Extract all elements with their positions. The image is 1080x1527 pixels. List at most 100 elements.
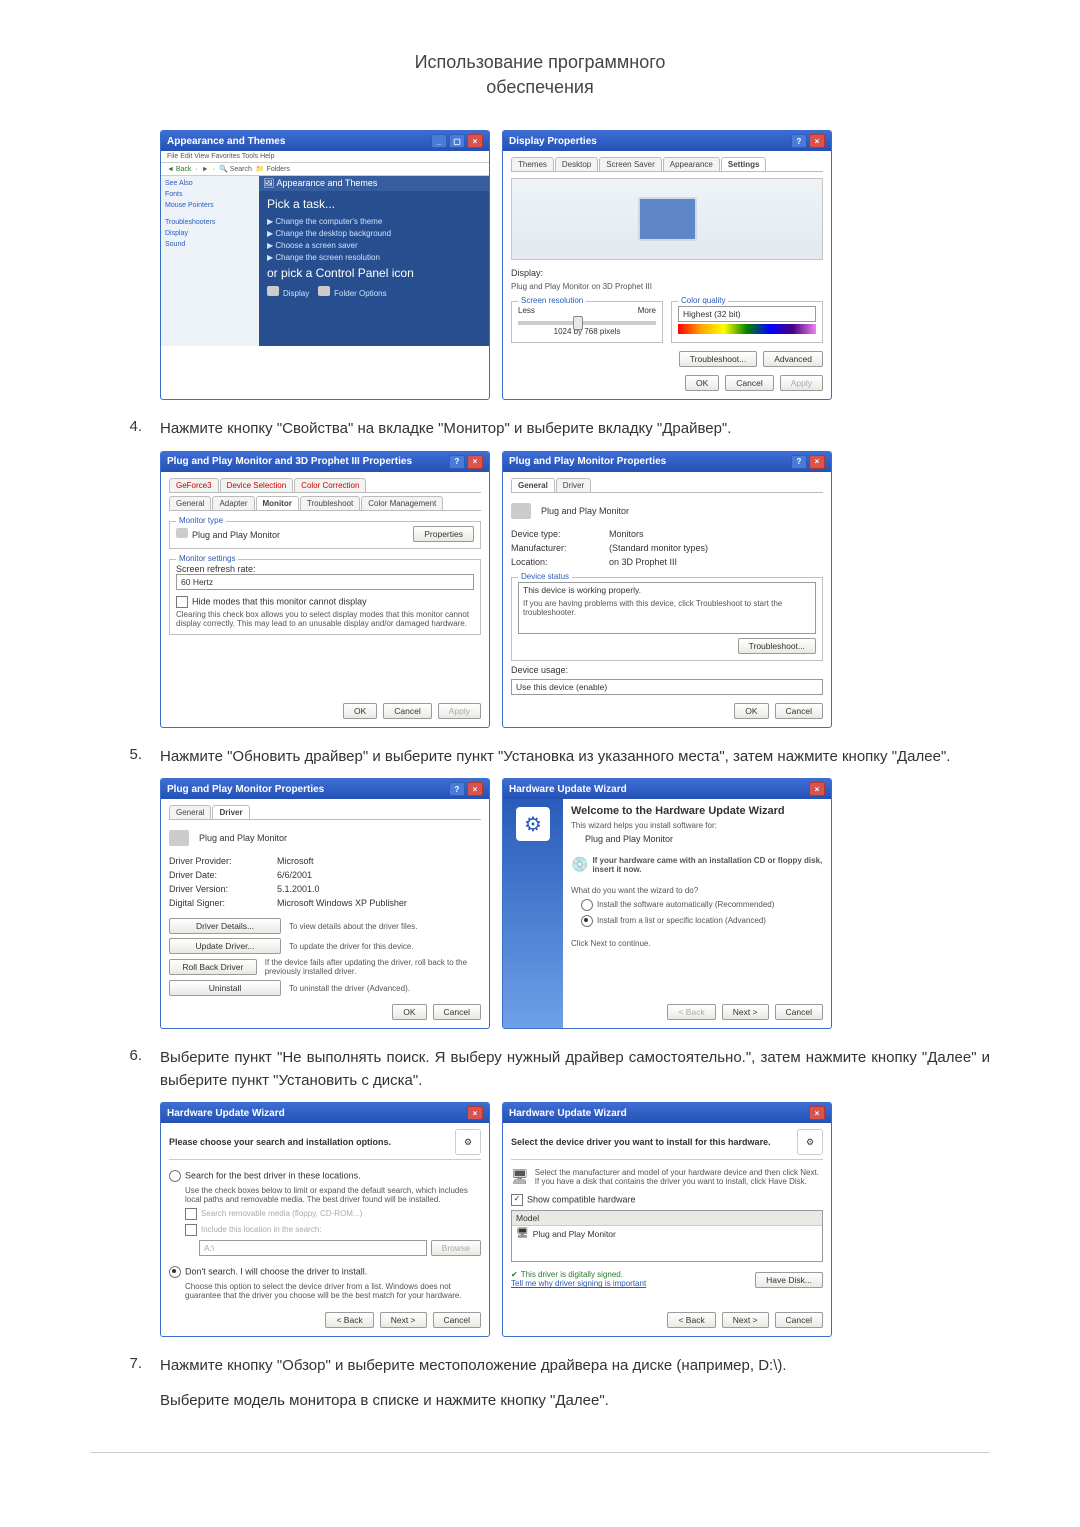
- have-disk-button[interactable]: Have Disk...: [755, 1272, 823, 1288]
- radio-dont-search[interactable]: [169, 1266, 181, 1278]
- tab-screensaver[interactable]: Screen Saver: [599, 157, 661, 171]
- path-input[interactable]: A:\: [199, 1240, 427, 1256]
- uninstall-button[interactable]: Uninstall: [169, 980, 281, 996]
- next-button[interactable]: Next >: [380, 1312, 427, 1328]
- properties-button[interactable]: Properties: [413, 526, 474, 542]
- cancel-button[interactable]: Cancel: [433, 1312, 481, 1328]
- sidebar-link[interactable]: Display: [165, 230, 255, 237]
- hide-modes-checkbox[interactable]: [176, 596, 188, 608]
- task-link[interactable]: ▶ Choose a screen saver: [267, 241, 481, 250]
- ok-button[interactable]: OK: [734, 703, 768, 719]
- cancel-button[interactable]: Cancel: [775, 703, 823, 719]
- cancel-button[interactable]: Cancel: [433, 1004, 481, 1020]
- tab-appearance[interactable]: Appearance: [663, 157, 720, 171]
- close-button[interactable]: ×: [809, 134, 825, 148]
- see-also-label: See Also: [165, 180, 255, 187]
- cancel-button[interactable]: Cancel: [725, 375, 773, 391]
- folders-icon[interactable]: 📁 Folders: [256, 165, 290, 173]
- task-link[interactable]: ▶ Change the screen resolution: [267, 253, 481, 262]
- back-button[interactable]: < Back: [667, 1004, 715, 1020]
- task-link[interactable]: ▶ Change the computer's theme: [267, 217, 481, 226]
- refresh-rate-select[interactable]: 60 Hertz: [176, 574, 474, 590]
- cancel-button[interactable]: Cancel: [383, 703, 431, 719]
- check-removable[interactable]: [185, 1208, 197, 1220]
- sidebar-link[interactable]: Mouse Pointers: [165, 202, 255, 209]
- control-panel-main: 🖼 Appearance and Themes Pick a task... ▶…: [259, 176, 489, 346]
- tab-device-selection[interactable]: Device Selection: [220, 478, 294, 492]
- radio-dont-search-desc: Choose this option to select the device …: [185, 1282, 481, 1300]
- next-button[interactable]: Next >: [722, 1312, 769, 1328]
- next-button[interactable]: Next >: [722, 1004, 769, 1020]
- browse-button[interactable]: Browse: [431, 1240, 481, 1256]
- cancel-button[interactable]: Cancel: [775, 1312, 823, 1328]
- device-usage-select[interactable]: Use this device (enable): [511, 679, 823, 695]
- tab-color-management[interactable]: Color Management: [361, 496, 443, 510]
- close-button[interactable]: ×: [809, 782, 825, 796]
- cancel-button[interactable]: Cancel: [775, 1004, 823, 1020]
- close-button[interactable]: ×: [467, 782, 483, 796]
- apply-button[interactable]: Apply: [438, 703, 481, 719]
- rollback-driver-button[interactable]: Roll Back Driver: [169, 959, 257, 975]
- radio-specific[interactable]: [581, 915, 593, 927]
- back-icon[interactable]: ◄ Back: [167, 166, 191, 173]
- help-button[interactable]: ?: [449, 455, 465, 469]
- advanced-button[interactable]: Advanced: [763, 351, 823, 367]
- show-compatible-checkbox[interactable]: [511, 1194, 523, 1206]
- ok-button[interactable]: OK: [343, 703, 377, 719]
- search-icon[interactable]: 🔍 Search: [219, 165, 252, 173]
- sidebar-link[interactable]: Sound: [165, 241, 255, 248]
- sidebar-link[interactable]: Fonts: [165, 191, 255, 198]
- apply-button[interactable]: Apply: [780, 375, 823, 391]
- tab-adapter[interactable]: Adapter: [212, 496, 254, 510]
- tab-desktop[interactable]: Desktop: [555, 157, 598, 171]
- driver-details-button[interactable]: Driver Details...: [169, 918, 281, 934]
- update-driver-button[interactable]: Update Driver...: [169, 938, 281, 954]
- tab-color-correction[interactable]: Color Correction: [294, 478, 366, 492]
- back-button[interactable]: < Back: [325, 1312, 373, 1328]
- troubleshoot-button[interactable]: Troubleshoot...: [679, 351, 757, 367]
- tab-general[interactable]: General: [511, 478, 555, 492]
- display-label: Display:: [511, 268, 823, 278]
- fwd-icon[interactable]: ►: [202, 166, 209, 173]
- task-link[interactable]: ▶ Change the desktop background: [267, 229, 481, 238]
- driver-provider-value: Microsoft: [277, 856, 314, 866]
- slider-thumb[interactable]: [573, 316, 583, 330]
- maximize-button[interactable]: ▢: [449, 134, 465, 148]
- model-row[interactable]: 🖥 Plug and Play Monitor: [512, 1226, 822, 1241]
- tab-driver[interactable]: Driver: [212, 805, 249, 819]
- signing-link[interactable]: Tell me why driver signing is important: [511, 1279, 646, 1288]
- close-button[interactable]: ×: [467, 1106, 483, 1120]
- close-button[interactable]: ×: [467, 134, 483, 148]
- resolution-slider[interactable]: [518, 321, 656, 325]
- tab-general[interactable]: General: [169, 496, 211, 510]
- tab-troubleshoot[interactable]: Troubleshoot: [300, 496, 360, 510]
- back-button[interactable]: < Back: [667, 1312, 715, 1328]
- tab-settings[interactable]: Settings: [721, 157, 767, 171]
- minimize-button[interactable]: _: [431, 134, 447, 148]
- ok-button[interactable]: OK: [392, 1004, 426, 1020]
- troubleshoot-button[interactable]: Troubleshoot...: [738, 638, 816, 654]
- tab-general[interactable]: General: [169, 805, 211, 819]
- tab-themes[interactable]: Themes: [511, 157, 554, 171]
- check-include-location[interactable]: [185, 1224, 197, 1236]
- tab-geforce3[interactable]: GeForce3: [169, 478, 219, 492]
- ok-button[interactable]: OK: [685, 375, 719, 391]
- res-more: More: [638, 306, 656, 315]
- help-button[interactable]: ?: [791, 134, 807, 148]
- close-button[interactable]: ×: [467, 455, 483, 469]
- close-button[interactable]: ×: [809, 1106, 825, 1120]
- help-button[interactable]: ?: [449, 782, 465, 796]
- tab-driver[interactable]: Driver: [556, 478, 591, 492]
- monitor-type-label: Monitor type: [176, 516, 226, 525]
- help-button[interactable]: ?: [791, 455, 807, 469]
- model-list[interactable]: Model 🖥 Plug and Play Monitor: [511, 1210, 823, 1262]
- tab-monitor[interactable]: Monitor: [256, 496, 299, 510]
- cp-icon-link[interactable]: Display Folder Options: [267, 286, 481, 298]
- color-bar: [678, 324, 816, 334]
- radio-auto[interactable]: [581, 899, 593, 911]
- close-button[interactable]: ×: [809, 455, 825, 469]
- wizard-heading: Select the device driver you want to ins…: [511, 1137, 771, 1147]
- color-quality-select[interactable]: Highest (32 bit): [678, 306, 816, 322]
- radio-search[interactable]: [169, 1170, 181, 1182]
- refresh-rate-label: Screen refresh rate:: [176, 564, 474, 574]
